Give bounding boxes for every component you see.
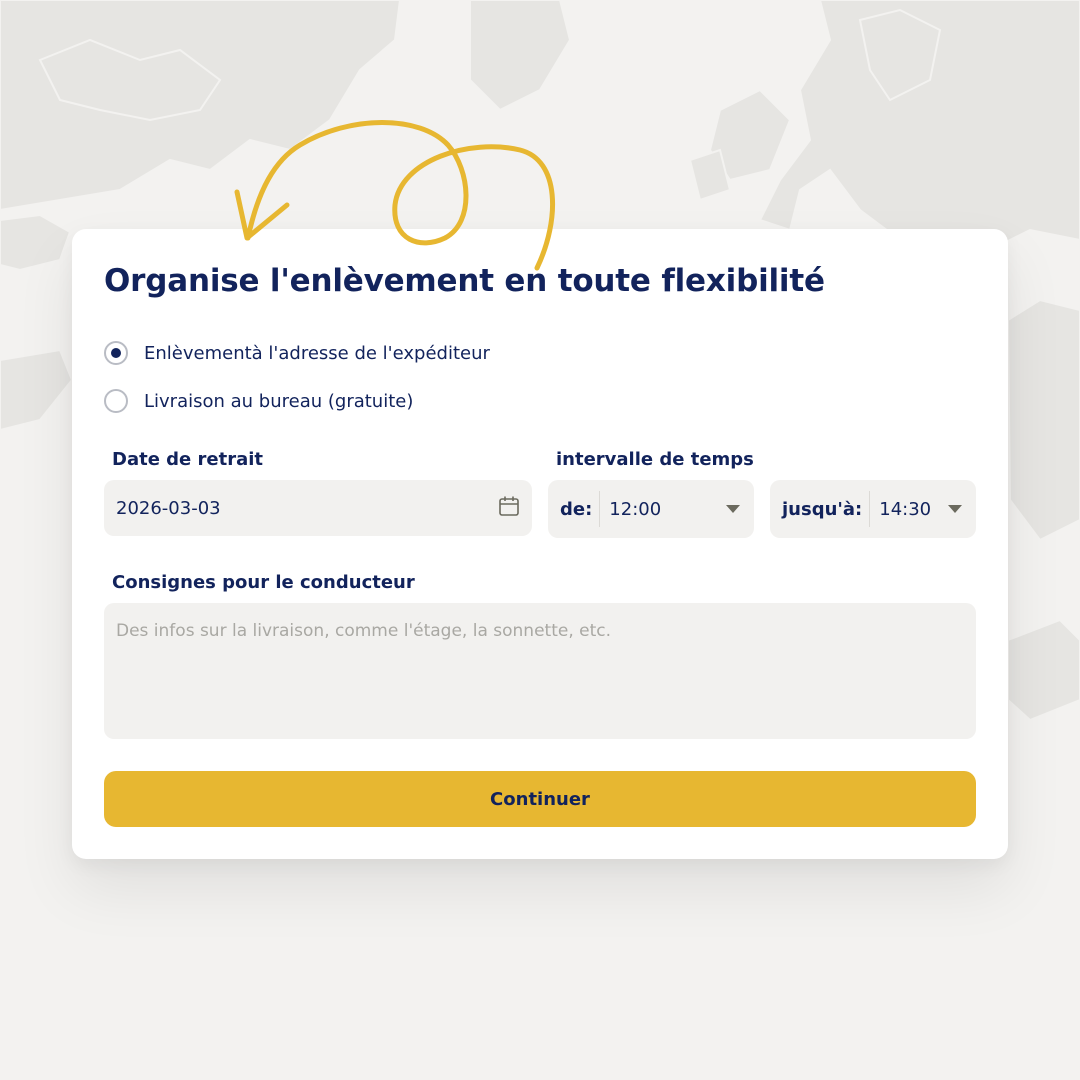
option-office-delivery[interactable]: Livraison au bureau (gratuite): [104, 389, 413, 413]
time-to-select[interactable]: jusqu'à: 14:30: [770, 480, 976, 538]
radio-button[interactable]: [104, 389, 128, 413]
chevron-down-icon: [948, 505, 962, 513]
page-title: Organise l'enlèvement en toute flexibili…: [104, 263, 825, 299]
time-from-value: 12:00: [609, 498, 662, 520]
driver-instructions-input[interactable]: [104, 603, 976, 739]
date-value: 2026-03-03: [116, 497, 221, 519]
time-interval-label: intervalle de temps: [556, 449, 754, 470]
chevron-down-icon: [726, 505, 740, 513]
radio-button-selected[interactable]: [104, 341, 128, 365]
option-pickup-sender-address[interactable]: Enlèvementà l'adresse de l'expéditeur: [104, 341, 490, 365]
date-label: Date de retrait: [112, 449, 264, 470]
time-to-value: 14:30: [879, 498, 932, 520]
date-input[interactable]: 2026-03-03: [104, 480, 532, 536]
driver-instructions-label: Consignes pour le conducteur: [112, 572, 415, 593]
option-label: Livraison au bureau (gratuite): [144, 390, 414, 412]
time-from-label: de:: [560, 498, 593, 520]
time-from-select[interactable]: de: 12:00: [548, 480, 754, 538]
time-to-label: jusqu'à:: [782, 498, 863, 520]
radio-dot: [111, 348, 121, 358]
continue-button[interactable]: Continuer: [104, 771, 976, 827]
option-label: Enlèvementà l'adresse de l'expéditeur: [144, 342, 490, 364]
calendar-icon[interactable]: [498, 495, 520, 521]
pickup-form-card: Organise l'enlèvement en toute flexibili…: [72, 229, 1008, 859]
